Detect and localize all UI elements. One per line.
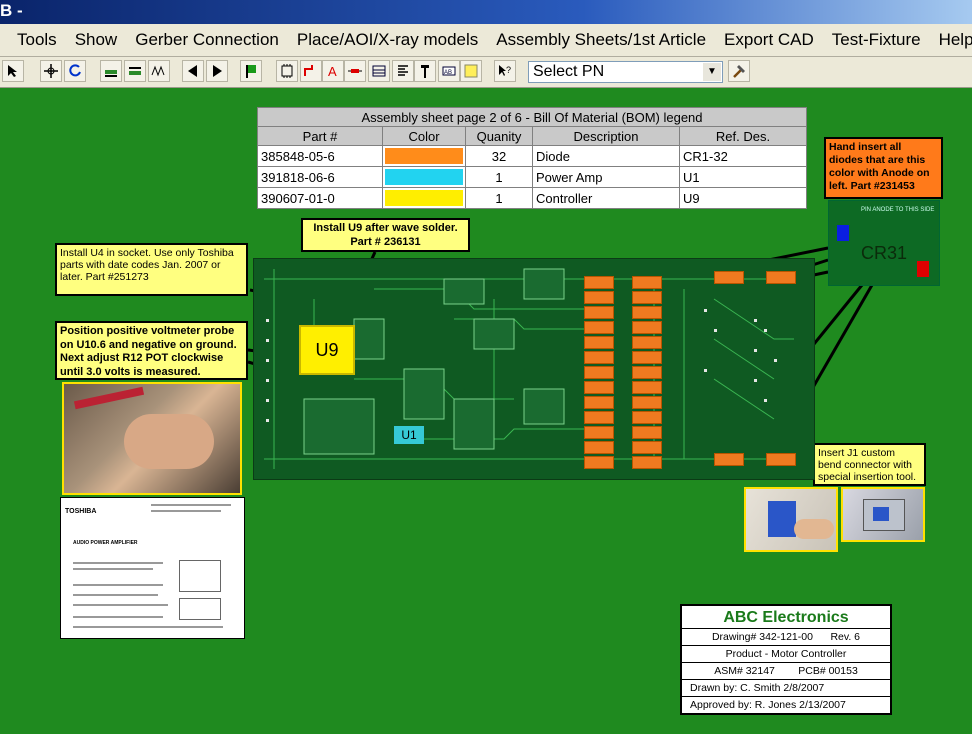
finger-shape	[794, 519, 834, 539]
diode-pad	[632, 336, 662, 349]
diode-pad	[714, 271, 744, 284]
diode-pad	[632, 366, 662, 379]
diode-pad	[714, 453, 744, 466]
diode-pad	[632, 321, 662, 334]
diode-pad	[632, 426, 662, 439]
datasheet-heading: AUDIO POWER AMPLIFIER	[73, 540, 138, 546]
note-voltmeter-probe: Position positive voltmeter probe on U10…	[55, 321, 248, 380]
diode-pad	[632, 291, 662, 304]
text-line	[73, 584, 163, 586]
diode-pad	[584, 321, 614, 334]
text-line	[73, 604, 168, 606]
diode-pad	[632, 441, 662, 454]
diode-pad	[584, 336, 614, 349]
drawn-by: Drawn by: C. Smith 2/8/2007	[682, 680, 890, 697]
diode-pad	[584, 381, 614, 394]
cr31-pin-note: PIN ANODE TO THIS SIDE	[861, 207, 935, 213]
diode-pad	[584, 276, 614, 289]
u9-component: U9	[299, 325, 355, 375]
toshiba-datasheet: TOSHIBA AUDIO POWER AMPLIFIER	[60, 497, 245, 639]
ic-package-drawing	[179, 560, 221, 592]
diode-pad	[584, 411, 614, 424]
j1-insertion-photo-2	[841, 487, 925, 542]
note-install-u4: Install U4 in socket. Use only Toshiba p…	[55, 243, 248, 296]
cr31-label: CR31	[861, 243, 908, 263]
diode-pad	[584, 426, 614, 439]
note-hand-insert-diodes: Hand insert all diodes that are this col…	[824, 137, 943, 199]
diode-pad	[584, 306, 614, 319]
text-line	[73, 568, 153, 570]
company-name: ABC Electronics	[682, 606, 890, 629]
text-line	[151, 504, 231, 506]
diode-pad	[632, 381, 662, 394]
diode-pad	[584, 291, 614, 304]
pcb-number: PCB# 00153	[798, 665, 858, 677]
cable-shape	[73, 386, 145, 410]
diode-pad	[584, 351, 614, 364]
j1-insertion-photo-1	[744, 487, 838, 552]
diode-pad	[632, 411, 662, 424]
cr31-detail: PIN ANODE TO THIS SIDE CR31	[828, 200, 940, 286]
voltmeter-photo	[62, 382, 242, 495]
asm-pcb-row: ASM# 32147 PCB# 00153	[682, 663, 890, 680]
text-line	[73, 594, 158, 596]
cathode-marker	[917, 261, 929, 277]
datasheet-brand: TOSHIBA	[65, 508, 97, 515]
u1-component: U1	[394, 426, 424, 444]
diode-pad	[632, 351, 662, 364]
diode-pad	[632, 276, 662, 289]
ic-package-drawing	[179, 598, 221, 620]
drawing-rev-row: Drawing# 342-121-00 Rev. 6	[682, 629, 890, 646]
approved-by: Approved by: R. Jones 2/13/2007	[690, 699, 846, 711]
diode-pad	[584, 456, 614, 469]
pcb-board: U9 U1	[253, 258, 815, 480]
connector-shape	[768, 501, 796, 537]
note-insert-j1: Insert J1 custom bend connector with spe…	[813, 443, 926, 486]
diode-pad	[632, 306, 662, 319]
drawing-number: Drawing# 342-121-00	[711, 631, 813, 643]
title-block: ABC Electronics Drawing# 342-121-00 Rev.…	[680, 604, 892, 715]
text-line	[73, 616, 163, 618]
diode-pad	[584, 396, 614, 409]
connector-shape	[873, 507, 889, 521]
text-line	[73, 562, 163, 564]
anode-marker	[837, 225, 849, 241]
text-line	[151, 510, 221, 512]
asm-number: ASM# 32147	[714, 665, 775, 677]
diode-pad	[584, 441, 614, 454]
text-line	[73, 626, 223, 628]
revision: Rev. 6	[830, 631, 861, 643]
diode-pad	[584, 366, 614, 379]
product-name: Product - Motor Controller	[682, 646, 890, 663]
hand-shape	[124, 414, 214, 469]
diode-pad	[632, 396, 662, 409]
diode-pad	[766, 453, 796, 466]
diode-pad	[766, 271, 796, 284]
note-install-u9: Install U9 after wave solder. Part # 236…	[301, 218, 470, 252]
diode-pad	[632, 456, 662, 469]
